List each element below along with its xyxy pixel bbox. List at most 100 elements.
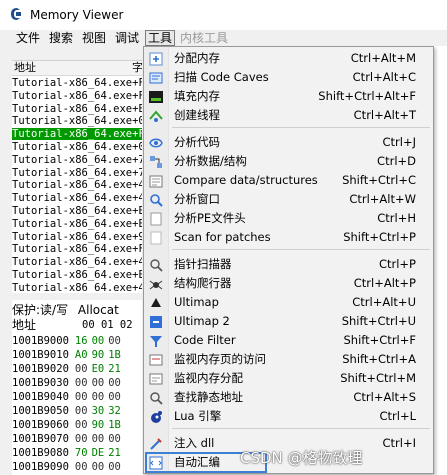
header-address[interactable]: 地址	[14, 61, 36, 75]
header-bytes[interactable]: 字	[132, 61, 142, 75]
menu-item-label: 注入 dll	[174, 436, 215, 450]
disasm-row[interactable]: Tutorial-x86_64.exe+48	[12, 282, 142, 293]
hex-byte[interactable]: 70	[75, 447, 88, 459]
menu-item-label: 监视内存分配	[174, 371, 243, 385]
menu-bar: 文件 搜索 视图 调试 工具 内核工具	[0, 30, 447, 46]
menu-item-shortcut: Ctrl+L	[379, 409, 416, 423]
menu-item[interactable]: 扫描 Code Caves Ctrl+Alt+C	[144, 68, 433, 87]
hex-byte[interactable]: E0	[92, 363, 105, 375]
hex-byte[interactable]: 00	[92, 461, 105, 473]
hex-byte[interactable]: 90	[92, 349, 105, 361]
hex-byte[interactable]: 00	[75, 363, 88, 375]
menu-file[interactable]: 文件	[14, 30, 42, 46]
hex-row[interactable]: 1001B9050 00 30 32	[12, 405, 121, 418]
menu-item[interactable]: Compare data/structures Shift+Ctrl+C	[144, 171, 433, 190]
hex-row[interactable]: 1001B9070 00 00 00	[12, 433, 121, 446]
hex-row[interactable]: 1001B9010 A0 90 1B	[12, 349, 121, 362]
hex-byte[interactable]: DE	[92, 447, 105, 459]
hex-byte[interactable]: 00	[92, 391, 105, 403]
hex-byte[interactable]: 00	[75, 391, 88, 403]
disasm-row[interactable]: Tutorial-x86_64.exe+0F	[12, 141, 142, 153]
hex-byte[interactable]: 21	[108, 447, 121, 459]
menu-search[interactable]: 搜索	[47, 30, 75, 46]
menu-item[interactable]: 分配内存 Ctrl+Alt+M	[144, 49, 433, 68]
menu-item[interactable]: 指针扫描器 Ctrl+P	[144, 255, 433, 274]
menu-kernel-tools[interactable]: 内核工具	[178, 30, 230, 46]
menu-item[interactable]: 监视内存分配 Shift+Ctrl+M	[144, 369, 433, 388]
disasm-row[interactable]: Tutorial-x86_64.exe+90	[12, 231, 142, 243]
disasm-row[interactable]: Tutorial-x86_64.exe+48	[12, 192, 142, 204]
disasm-row[interactable]: Tutorial-x86_64.exe+E8	[12, 205, 142, 217]
hex-byte[interactable]: 00	[108, 391, 121, 403]
hex-address: 1001B9010	[12, 349, 69, 361]
hex-byte[interactable]: 00	[108, 461, 121, 473]
hex-row[interactable]: 1001B9060 00 90 1B	[12, 419, 121, 432]
menu-item[interactable]: 监视内存页的访问 Shift+Ctrl+A	[144, 350, 433, 369]
disasm-row[interactable]: Tutorial-x86_64.exe+0F	[12, 115, 142, 127]
hex-byte[interactable]: 00	[75, 405, 88, 417]
hex-row[interactable]: 1001B9000 16 00 00	[12, 335, 121, 348]
hex-byte[interactable]: 90	[92, 419, 105, 431]
hex-byte[interactable]: 00	[108, 377, 121, 389]
hex-row[interactable]: 1001B9020 00 E0 21	[12, 363, 121, 376]
disasm-row[interactable]: Tutorial-x86_64.exe+F3	[12, 243, 142, 255]
hex-byte[interactable]: 1B	[108, 349, 121, 361]
hex-row[interactable]: 1001B9090 00 00 00	[12, 461, 121, 474]
menu-view[interactable]: 视图	[80, 30, 108, 46]
tools-dropdown-menu: 分配内存 Ctrl+Alt+M 扫描 Code Caves Ctrl+Alt+C 填充内…	[143, 46, 434, 474]
menu-item[interactable]: 填充内存 Shift+Ctrl+Alt+F	[144, 87, 433, 106]
hex-byte[interactable]: 30	[92, 405, 105, 417]
disasm-row[interactable]: Tutorial-x86_64.exe+7A	[12, 154, 142, 166]
hex-row[interactable]: 1001B9030 00 00 00	[12, 377, 121, 390]
hex-byte[interactable]: 00	[75, 377, 88, 389]
hex-byte[interactable]: 00	[75, 419, 88, 431]
menu-debug[interactable]: 调试	[113, 30, 141, 46]
hex-byte[interactable]: 00	[92, 377, 105, 389]
hex-byte[interactable]: 00	[92, 335, 105, 347]
disasm-row[interactable]: Tutorial-x86_64.exe+75	[12, 167, 142, 179]
hex-row[interactable]: 1001B9040 00 00 00	[12, 391, 121, 404]
disasm-row[interactable]: Tutorial-x86_64.exe+EB	[12, 103, 142, 115]
menu-item-shortcut: Ctrl+Alt+M	[350, 51, 416, 65]
disasm-row[interactable]: Tutorial-x86_64.exe+EB	[12, 218, 142, 230]
menu-item[interactable]: 结构爬行器 Ctrl+Alt+P	[144, 274, 433, 293]
disasm-row[interactable]: Tutorial-x86_64.exe+48	[12, 179, 142, 191]
menu-item[interactable]: 查找静态地址 Ctrl+Alt+S	[144, 388, 433, 407]
menu-item[interactable]: 分析代码 Ctrl+J	[144, 133, 433, 152]
menu-item-shortcut: Shift+Ctrl+M	[340, 371, 416, 385]
hex-byte[interactable]: 1B	[108, 419, 121, 431]
menu-item[interactable]: Ultimap Ctrl+Alt+U	[144, 293, 433, 312]
menu-item[interactable]: Ultimap 2 Shift+Ctrl+U	[144, 312, 433, 331]
hex-byte[interactable]: 16	[75, 335, 88, 347]
disasm-row[interactable]: Tutorial-x86_64.exe+48	[12, 256, 142, 268]
hex-byte[interactable]: 00	[75, 461, 88, 473]
menu-item[interactable]: Code Filter Shift+Ctrl+F	[144, 331, 433, 350]
hex-byte[interactable]: 00	[92, 433, 105, 445]
disasm-row[interactable]: Tutorial-x86_64.exe+F3	[12, 128, 142, 141]
hex-row[interactable]: 1001B9080 70 DE 21	[12, 447, 121, 460]
disasm-row[interactable]: Tutorial-x86_64.exe+F3	[12, 90, 142, 102]
hex-byte[interactable]: 00	[108, 433, 121, 445]
hex-byte[interactable]: 00	[108, 335, 121, 347]
menu-item-shortcut: Shift+Ctrl+Alt+F	[318, 89, 416, 103]
menu-item[interactable]: 分析数据/结构 Ctrl+D	[144, 152, 433, 171]
menu-item-shortcut: Ctrl+Alt+T	[353, 108, 416, 122]
menu-item[interactable]: 分析窗口 Ctrl+Alt+W	[144, 190, 433, 209]
hex-byte[interactable]: A0	[75, 349, 88, 361]
menu-item[interactable]: 创建线程 Ctrl+Alt+T	[144, 106, 433, 125]
menu-item[interactable]: 分析PE文件头 Ctrl+H	[144, 209, 433, 228]
hex-byte[interactable]: 21	[108, 363, 121, 375]
struct-icon	[150, 156, 162, 168]
hex-byte[interactable]: 32	[108, 405, 121, 417]
compare-icon	[149, 175, 163, 188]
hex-byte[interactable]: 00	[75, 433, 88, 445]
menu-item[interactable]: Scan for patches Shift+Ctrl+P	[144, 228, 433, 247]
menu-tools[interactable]: 工具	[145, 30, 176, 46]
disasm-row[interactable]: Tutorial-x86_64.exe+E8	[12, 269, 142, 281]
disasm-row[interactable]: Tutorial-x86_64.exe+F3	[12, 77, 142, 89]
menu-item[interactable]: Lua 引擎 Ctrl+L	[144, 407, 433, 426]
hex-view[interactable]: 保护:读/写 Allocat 地址 00 01 02 1001B9000 16 00…	[12, 300, 142, 475]
menu-item-label: Compare data/structures	[174, 173, 318, 187]
disassembler-view[interactable]: 地址 字 Tutorial-x86_64.exe+F3 Tutorial-x86_…	[12, 60, 142, 293]
hex-address-header: 地址	[12, 318, 37, 332]
